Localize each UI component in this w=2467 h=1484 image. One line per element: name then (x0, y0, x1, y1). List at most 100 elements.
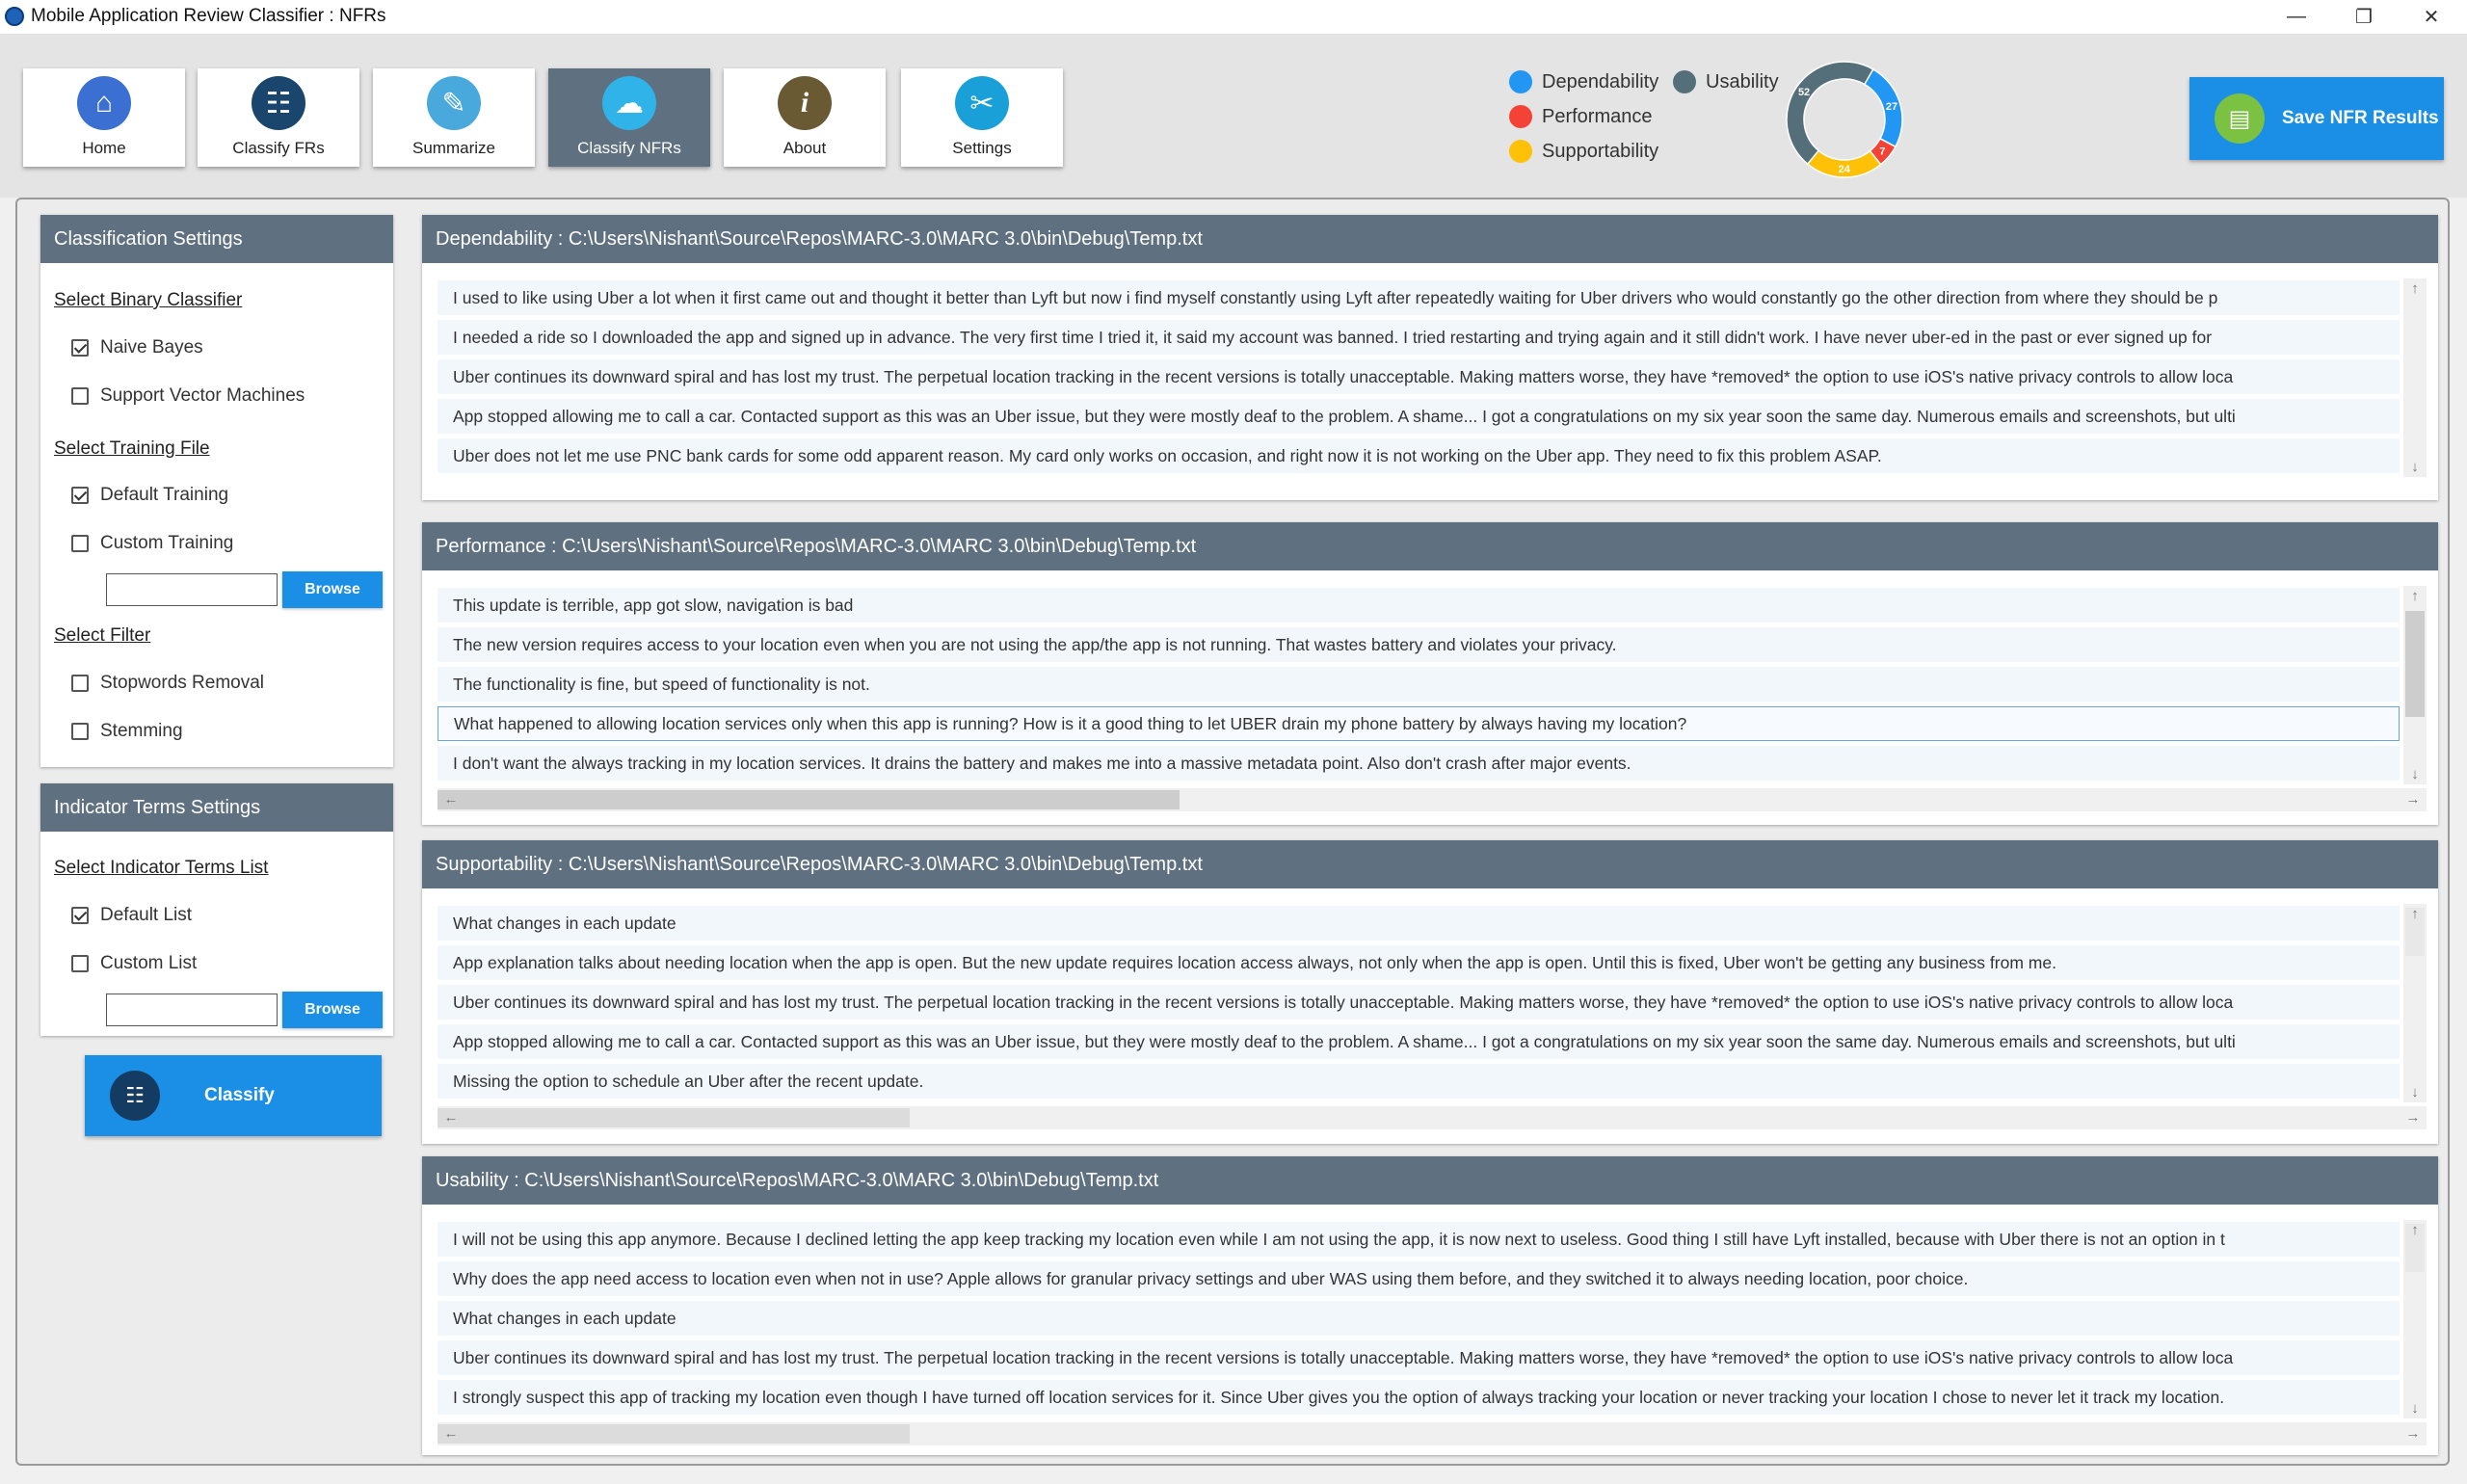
review-row[interactable]: I will not be using this app anymore. Be… (438, 1222, 2400, 1257)
training-browse-button[interactable]: Browse (282, 571, 383, 608)
scroll-up-icon[interactable]: ↑ (2403, 280, 2427, 297)
supportability-card: Supportability : C:\Users\Nishant\Source… (422, 840, 2438, 1144)
naive-bayes-label: Naive Bayes (100, 337, 203, 358)
usability-header: Usability : C:\Users\Nishant\Source\Repo… (422, 1156, 2438, 1205)
scroll-right-icon[interactable]: → (2401, 791, 2425, 808)
scroll-right-icon[interactable]: → (2401, 1109, 2425, 1126)
performance-review-list[interactable]: This update is terrible, app got slow, n… (438, 588, 2400, 785)
title-bar: Mobile Application Review Classifier : N… (0, 0, 2467, 34)
scroll-down-icon[interactable]: ↓ (2403, 1084, 2427, 1100)
training-file-label: Select Training File (54, 438, 210, 459)
review-row[interactable]: Missing the option to schedule an Uber a… (438, 1064, 2400, 1099)
dependability-review-list[interactable]: I used to like using Uber a lot when it … (438, 280, 2400, 481)
review-row[interactable]: Why does the app need access to location… (438, 1261, 2400, 1296)
checkbox-unchecked-icon (71, 675, 89, 692)
scroll-thumb[interactable] (438, 1108, 910, 1127)
review-row[interactable]: App stopped allowing me to call a car. C… (438, 399, 2400, 434)
scroll-up-icon[interactable]: ↑ (2403, 906, 2427, 922)
summarize-button-label: Summarize (412, 139, 495, 157)
legend-usability: Usability (1673, 70, 1779, 93)
scroll-down-icon[interactable]: ↓ (2403, 1400, 2427, 1417)
indicator-list-input[interactable] (106, 994, 278, 1026)
review-row[interactable]: App stopped allowing me to call a car. C… (438, 1024, 2400, 1059)
scroll-left-icon[interactable]: ← (439, 1425, 463, 1442)
review-row[interactable]: I strongly suspect this app of tracking … (438, 1380, 2400, 1415)
stemming-checkbox[interactable]: Stemming (71, 721, 183, 742)
review-row[interactable]: What changes in each update (438, 906, 2400, 941)
classify-nfrs-button[interactable]: ☁ Classify NFRs (548, 68, 710, 167)
supportability-review-list[interactable]: What changes in each update App explanat… (438, 906, 2400, 1103)
review-row[interactable]: Uber continues its downward spiral and h… (438, 1340, 2400, 1375)
svm-checkbox[interactable]: Support Vector Machines (71, 385, 305, 407)
custom-training-checkbox[interactable]: Custom Training (71, 533, 233, 554)
default-list-label: Default List (100, 905, 193, 925)
performance-horizontal-scrollbar[interactable]: ← → (438, 788, 2427, 811)
review-row-selected[interactable]: What happened to allowing location servi… (438, 706, 2400, 741)
home-button[interactable]: ⌂ Home (23, 68, 185, 167)
settings-button[interactable]: ✂ Settings (901, 68, 1063, 167)
info-icon: i (778, 76, 832, 130)
scroll-down-icon[interactable]: ↓ (2403, 766, 2427, 782)
scroll-left-icon[interactable]: ← (439, 1109, 463, 1126)
review-row[interactable]: The functionality is fine, but speed of … (438, 667, 2400, 702)
review-row[interactable]: Uber does not let me use PNC bank cards … (438, 438, 2400, 473)
performance-vertical-scrollbar[interactable]: ↑ ↓ (2403, 586, 2427, 784)
dependability-dot-icon (1509, 70, 1532, 93)
donut-label-supportability: 24 (1839, 164, 1851, 175)
indicator-browse-button[interactable]: Browse (282, 992, 383, 1028)
about-button[interactable]: i About (724, 68, 886, 167)
window-title: Mobile Application Review Classifier : N… (31, 6, 386, 26)
classify-nfrs-icon: ☁ (602, 76, 656, 130)
scroll-thumb[interactable] (438, 790, 1180, 809)
stopwords-removal-checkbox[interactable]: Stopwords Removal (71, 673, 264, 694)
save-file-icon: ▤ (2215, 93, 2265, 144)
performance-header: Performance : C:\Users\Nishant\Source\Re… (422, 522, 2438, 570)
scroll-thumb[interactable] (438, 1424, 910, 1444)
nfr-donut-chart: 52 27 7 24 (1786, 61, 1903, 178)
classify-frs-button[interactable]: ☷ Classify FRs (198, 68, 359, 167)
classify-button[interactable]: ☷ Classify (85, 1055, 382, 1136)
save-nfr-results-button[interactable]: ▤ Save NFR Results (2189, 77, 2444, 160)
review-row[interactable]: I needed a ride so I downloaded the app … (438, 320, 2400, 355)
review-row[interactable]: Uber continues its downward spiral and h… (438, 985, 2400, 1020)
review-row[interactable]: I used to like using Uber a lot when it … (438, 280, 2400, 315)
performance-card: Performance : C:\Users\Nishant\Source\Re… (422, 522, 2438, 825)
default-list-checkbox[interactable]: Default List (71, 905, 192, 926)
performance-dot-icon (1509, 105, 1532, 128)
supportability-vertical-scrollbar[interactable]: ↑ ↓ (2403, 904, 2427, 1102)
scroll-left-icon[interactable]: ← (439, 791, 463, 808)
review-row[interactable]: What changes in each update (438, 1301, 2400, 1336)
settings-button-label: Settings (952, 139, 1012, 157)
training-file-input[interactable] (106, 573, 278, 606)
scroll-up-icon[interactable]: ↑ (2403, 1222, 2427, 1238)
default-training-checkbox[interactable]: Default Training (71, 485, 228, 506)
scroll-up-icon[interactable]: ↑ (2403, 588, 2427, 604)
minimize-button[interactable]: — (2263, 0, 2330, 34)
review-row[interactable]: This update is terrible, app got slow, n… (438, 588, 2400, 623)
review-row[interactable]: I don't want the always tracking in my l… (438, 746, 2400, 781)
usability-horizontal-scrollbar[interactable]: ← → (438, 1422, 2427, 1445)
checkbox-checked-icon (71, 339, 89, 357)
classify-frs-button-label: Classify FRs (232, 139, 325, 157)
review-row[interactable]: Uber continues its downward spiral and h… (438, 359, 2400, 394)
checkbox-unchecked-icon (71, 955, 89, 972)
scroll-right-icon[interactable]: → (2401, 1425, 2425, 1442)
donut-label-usability: 52 (1798, 87, 1810, 98)
naive-bayes-checkbox[interactable]: Naive Bayes (71, 337, 203, 358)
scroll-thumb[interactable] (2405, 611, 2425, 717)
legend-dependability-label: Dependability (1542, 70, 1659, 93)
summarize-button[interactable]: ✎ Summarize (373, 68, 535, 167)
usability-review-list[interactable]: I will not be using this app anymore. Be… (438, 1222, 2400, 1419)
usability-vertical-scrollbar[interactable]: ↑ ↓ (2403, 1220, 2427, 1418)
scroll-down-icon[interactable]: ↓ (2403, 459, 2427, 475)
supportability-horizontal-scrollbar[interactable]: ← → (438, 1106, 2427, 1129)
dependability-vertical-scrollbar[interactable]: ↑ ↓ (2403, 278, 2427, 477)
review-row[interactable]: App explanation talks about needing loca… (438, 945, 2400, 980)
maximize-button[interactable]: ❐ (2330, 0, 2398, 34)
close-button[interactable]: ✕ (2398, 0, 2465, 34)
classify-frs-icon: ☷ (252, 76, 305, 130)
custom-list-checkbox[interactable]: Custom List (71, 953, 197, 974)
review-row[interactable]: The new version requires access to your … (438, 627, 2400, 662)
indicator-terms-settings-header: Indicator Terms Settings (40, 783, 393, 832)
settings-icon: ✂ (955, 76, 1009, 130)
